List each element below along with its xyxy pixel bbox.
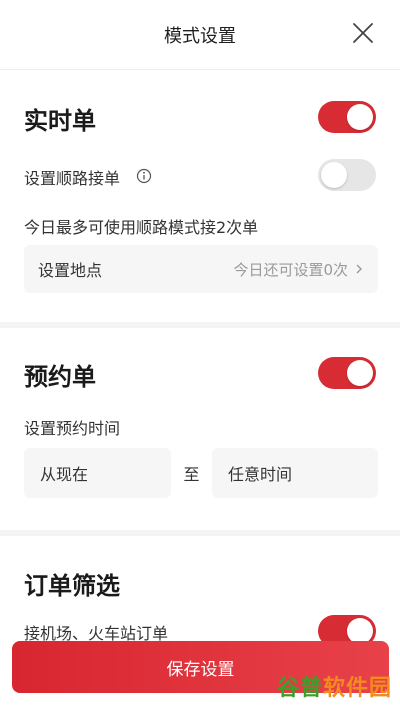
time-separator: 至 <box>183 465 200 484</box>
watermark-logo: 谷普软件园 <box>277 670 392 702</box>
location-remaining: 今日还可设置0次 <box>233 259 364 280</box>
info-icon[interactable] <box>136 168 152 184</box>
location-label: 设置地点 <box>38 261 103 280</box>
watermark-part2: 软件园 <box>322 676 392 701</box>
shunlu-limit-text: 今日最多可使用顺路模式接2次单 <box>24 218 259 237</box>
time-to-select[interactable]: 任意时间 <box>212 448 378 498</box>
page-title: 模式设置 <box>164 25 236 47</box>
shunlu-label: 设置顺路接单 <box>24 169 121 188</box>
modal-header: 模式设置 <box>0 0 400 70</box>
reservation-time-label: 设置预约时间 <box>24 419 121 438</box>
realtime-toggle[interactable] <box>318 101 376 133</box>
section-divider <box>0 322 400 328</box>
section-divider <box>0 530 400 536</box>
watermark-part1: 谷普 <box>276 676 323 701</box>
toggle-knob <box>321 162 347 188</box>
set-location-button[interactable]: 设置地点 今日还可设置0次 <box>24 245 378 293</box>
close-icon <box>353 23 373 43</box>
close-button[interactable] <box>350 20 376 46</box>
filter-title: 订单筛选 <box>24 572 120 600</box>
location-remaining-text: 今日还可设置0次 <box>233 260 348 279</box>
chevron-right-icon <box>356 264 362 274</box>
reservation-toggle[interactable] <box>318 357 376 389</box>
toggle-knob <box>347 360 373 386</box>
shunlu-toggle[interactable] <box>318 159 376 191</box>
toggle-knob <box>347 104 373 130</box>
reservation-title: 预约单 <box>24 363 96 391</box>
realtime-title: 实时单 <box>24 107 96 135</box>
time-from-select[interactable]: 从现在 <box>24 448 171 498</box>
